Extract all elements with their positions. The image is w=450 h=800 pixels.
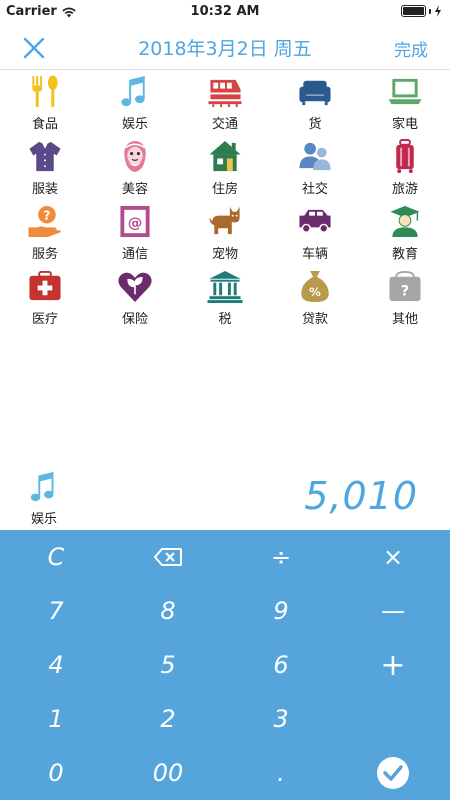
shirt-icon [29, 141, 61, 172]
heart-leaf-icon [118, 272, 152, 303]
category-entertainment[interactable]: 娱乐 [100, 74, 170, 132]
category-label: 通信 [121, 247, 148, 262]
confirm-key[interactable] [337, 746, 449, 800]
nav-bar: 2018年3月2日 周五 完成 [0, 24, 450, 70]
music-note-icon [121, 75, 145, 107]
key-00[interactable]: 00 [112, 746, 224, 800]
key-4[interactable]: 4 [0, 638, 112, 692]
money-bag-icon: % [301, 270, 329, 303]
divide-key[interactable]: ÷ [225, 530, 337, 584]
category-food[interactable]: 食品 [10, 74, 80, 132]
cat-icon [209, 206, 240, 235]
category-label: 服装 [31, 182, 58, 197]
clear-key[interactable]: C [0, 530, 112, 584]
key-2[interactable]: 2 [112, 692, 224, 746]
key-0[interactable]: 0 [0, 746, 112, 800]
category-communication[interactable]: @ 通信 [100, 204, 170, 262]
first-aid-icon [29, 270, 61, 301]
stamp-at-icon: @ [120, 205, 150, 238]
category-social[interactable]: 社交 [280, 139, 350, 197]
category-label: 交通 [211, 117, 238, 132]
key-5[interactable]: 5 [112, 638, 224, 692]
category-label: 保险 [121, 312, 148, 327]
sofa-icon [299, 80, 331, 106]
backspace-icon [154, 548, 182, 566]
category-transport[interactable]: 交通 [190, 74, 260, 132]
category-travel[interactable]: 旅游 [370, 139, 440, 197]
amount-display: 5,010 [304, 474, 418, 518]
category-label: 美容 [121, 182, 148, 197]
category-label: 娱乐 [121, 117, 148, 132]
svg-text:@: @ [128, 214, 143, 231]
fork-spoon-icon [32, 75, 58, 108]
category-label: 食品 [31, 117, 58, 132]
minus-key[interactable]: — [337, 584, 449, 638]
battery-icon [401, 5, 442, 17]
category-education[interactable]: 教育 [370, 204, 440, 262]
svg-text:%: % [309, 285, 321, 299]
category-label: 服务 [31, 247, 58, 262]
category-label: 社交 [301, 182, 328, 197]
category-label: 货 [308, 117, 322, 132]
category-label: 住房 [211, 182, 238, 197]
category-insurance[interactable]: 保险 [100, 269, 170, 327]
category-tax[interactable]: 税 [190, 269, 260, 327]
category-clothing[interactable]: 服装 [10, 139, 80, 197]
keypad: C ÷ × 7 8 9 — 4 5 6 + 1 2 3 0 00 . [0, 530, 450, 800]
category-other[interactable]: ? 其他 [370, 269, 440, 327]
key-9[interactable]: 9 [225, 584, 337, 638]
category-housing[interactable]: 住房 [190, 139, 260, 197]
done-button[interactable]: 完成 [394, 36, 428, 61]
selected-category: 娱乐 [26, 470, 62, 527]
house-icon [209, 140, 241, 172]
svg-text:?: ? [401, 282, 409, 299]
category-label: 医疗 [31, 312, 58, 327]
category-label: 税 [218, 312, 232, 327]
plus-key[interactable]: + [337, 638, 449, 692]
key-6[interactable]: 6 [225, 638, 337, 692]
category-label: 家电 [391, 117, 418, 132]
laptop-icon [388, 78, 422, 105]
key-1[interactable]: 1 [0, 692, 112, 746]
svg-text:?: ? [43, 208, 50, 223]
status-bar: Carrier 10:32 AM [0, 0, 450, 24]
suitcase-icon [396, 139, 414, 174]
bank-building-icon [207, 270, 243, 304]
category-loans[interactable]: % 贷款 [280, 269, 350, 327]
category-medical[interactable]: 医疗 [10, 269, 80, 327]
category-label: 其他 [391, 312, 418, 327]
category-beauty[interactable]: 美容 [100, 139, 170, 197]
category-label: 教育 [391, 247, 418, 262]
category-label: 贷款 [301, 312, 328, 327]
help-hand-icon: ? [28, 205, 61, 238]
car-icon [299, 209, 331, 233]
music-note-icon [30, 471, 54, 502]
face-mask-icon [124, 140, 146, 173]
dot-key[interactable]: . [225, 746, 337, 800]
category-appliances[interactable]: 家电 [370, 74, 440, 132]
key-8[interactable]: 8 [112, 584, 224, 638]
train-icon [208, 79, 242, 108]
category-pets[interactable]: 宠物 [190, 204, 260, 262]
question-box-icon: ? [389, 270, 421, 302]
checkmark-circle-icon [377, 757, 409, 789]
charging-bolt-icon [435, 5, 441, 17]
category-label: 宠物 [211, 247, 238, 262]
key-3[interactable]: 3 [225, 692, 337, 746]
category-label: 旅游 [391, 182, 418, 197]
multiply-key[interactable]: × [337, 530, 449, 584]
category-goods[interactable]: 货 [280, 74, 350, 132]
backspace-key[interactable] [112, 530, 224, 584]
category-services[interactable]: ? 服务 [10, 204, 80, 262]
key-7[interactable]: 7 [0, 584, 112, 638]
people-icon [299, 142, 331, 171]
graduate-icon [390, 205, 420, 238]
page-title: 2018年3月2日 周五 [138, 38, 312, 60]
clock: 10:32 AM [190, 4, 260, 19]
category-label: 车辆 [301, 247, 328, 262]
category-vehicles[interactable]: 车辆 [280, 204, 350, 262]
selected-category-label: 娱乐 [30, 512, 57, 527]
